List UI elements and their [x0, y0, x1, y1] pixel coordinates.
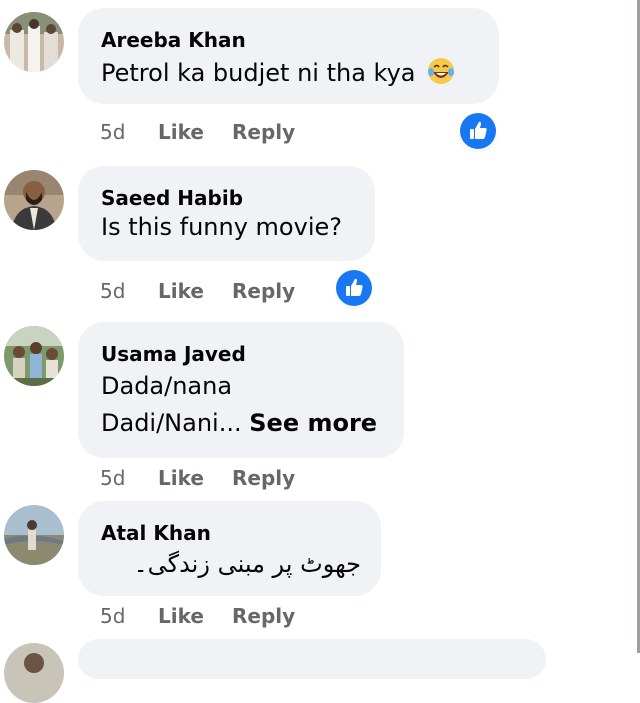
comment-text: Dada/nana	[101, 372, 233, 400]
like-button[interactable]: Like	[158, 120, 204, 144]
comment-text: Petrol ka budjet ni tha kya	[101, 59, 416, 87]
like-button[interactable]: Like	[158, 466, 204, 490]
comment-bubble: Areeba Khan Petrol ka budjet ni tha kya	[78, 8, 499, 104]
laughing-tears-emoji-icon	[427, 57, 455, 91]
comment-bubble: Atal Khan جھوٹ پر مبنی زندگی۔	[78, 501, 381, 596]
comment-author[interactable]: Atal Khan	[101, 521, 211, 545]
avatar[interactable]	[4, 505, 64, 565]
comment-text: Is this funny movie?	[101, 213, 342, 241]
avatar[interactable]	[4, 12, 64, 72]
comment-text-line: Dadi/Nani... See more	[101, 409, 377, 437]
like-reaction-icon[interactable]	[460, 113, 496, 149]
comment-timestamp[interactable]: 5d	[100, 604, 125, 628]
like-button[interactable]: Like	[158, 279, 204, 303]
see-more-link[interactable]: See more	[249, 409, 377, 437]
avatar[interactable]	[4, 643, 64, 703]
comment-text: جھوٹ پر مبنی زندگی۔	[133, 550, 361, 578]
comment-bubble: Usama Javed Dada/nana Dadi/Nani... See m…	[78, 322, 404, 458]
comment-author[interactable]: Saeed Habib	[101, 186, 243, 210]
comment-author[interactable]: Usama Javed	[101, 342, 246, 366]
avatar[interactable]	[4, 326, 64, 386]
reply-button[interactable]: Reply	[232, 466, 295, 490]
comment-timestamp[interactable]: 5d	[100, 120, 125, 144]
like-reaction-icon[interactable]	[336, 270, 372, 306]
like-button[interactable]: Like	[158, 604, 204, 628]
comment-text: Dadi/Nani...	[101, 409, 242, 437]
reply-button[interactable]: Reply	[232, 279, 295, 303]
avatar[interactable]	[4, 170, 64, 230]
comment-timestamp[interactable]: 5d	[100, 279, 125, 303]
reply-button[interactable]: Reply	[232, 120, 295, 144]
comment-timestamp[interactable]: 5d	[100, 466, 125, 490]
reply-button[interactable]: Reply	[232, 604, 295, 628]
comment-bubble	[78, 639, 546, 679]
comment-text-line: Petrol ka budjet ni tha kya	[101, 57, 455, 91]
comment-author[interactable]: Areeba Khan	[101, 28, 246, 52]
comment-bubble: Saeed Habib Is this funny movie?	[78, 166, 375, 261]
